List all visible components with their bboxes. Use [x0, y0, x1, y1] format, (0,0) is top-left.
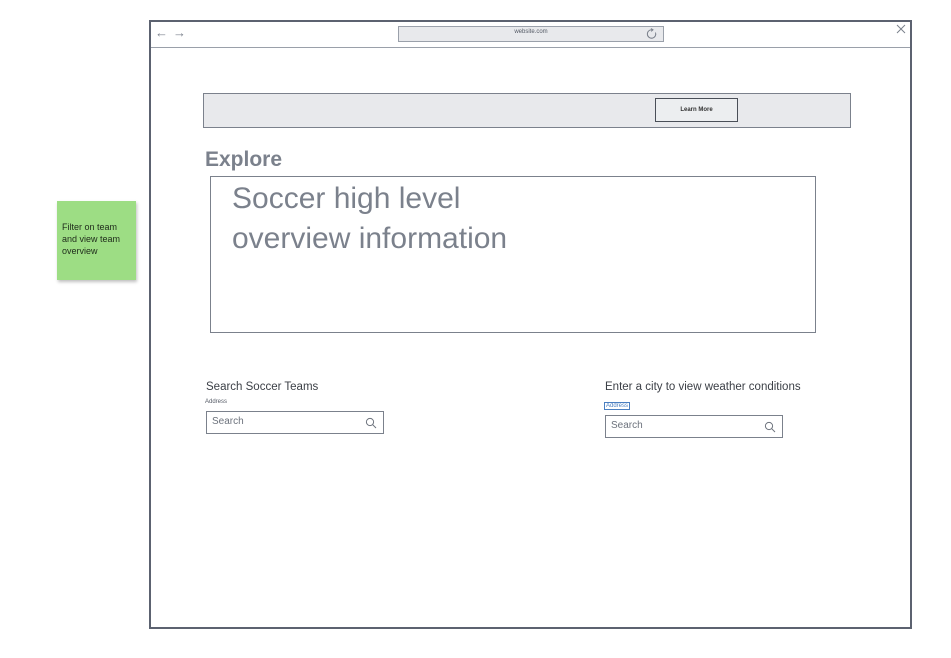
overview-line-1: Soccer high level: [232, 182, 461, 215]
sticky-note-text: Filter on team and view team overview: [62, 222, 121, 256]
browser-window: ← → website.com Learn More Explore Socce…: [149, 20, 912, 629]
weather-search-placeholder: Search: [611, 420, 643, 431]
team-search-placeholder: Search: [212, 416, 244, 427]
browser-toolbar: ← → website.com: [151, 22, 910, 48]
weather-search-input[interactable]: Search: [605, 415, 783, 438]
address-bar[interactable]: website.com: [398, 26, 664, 42]
search-icon[interactable]: [764, 421, 776, 433]
search-icon[interactable]: [365, 417, 377, 429]
hero-banner: Learn More: [203, 93, 851, 128]
team-search-field-label: Address: [205, 399, 228, 405]
overview-text: Soccer high level overview information: [232, 179, 652, 259]
learn-more-button[interactable]: Learn More: [655, 98, 738, 122]
address-bar-url: website.com: [514, 29, 548, 35]
close-icon[interactable]: [896, 24, 906, 34]
overview-line-2: overview information: [232, 222, 508, 255]
explore-heading: Explore: [205, 148, 283, 171]
overview-panel: Soccer high level overview information: [210, 176, 816, 333]
weather-search-field-label: Address: [604, 402, 631, 410]
team-search-title: Search Soccer Teams: [206, 381, 319, 393]
reload-icon[interactable]: [645, 27, 659, 41]
team-search-input[interactable]: Search: [206, 411, 384, 434]
weather-search-title: Enter a city to view weather conditions: [605, 381, 801, 393]
back-arrow-icon[interactable]: ←: [155, 26, 168, 40]
forward-arrow-icon[interactable]: →: [173, 26, 186, 40]
sticky-note: Filter on team and view team overview: [57, 201, 136, 280]
